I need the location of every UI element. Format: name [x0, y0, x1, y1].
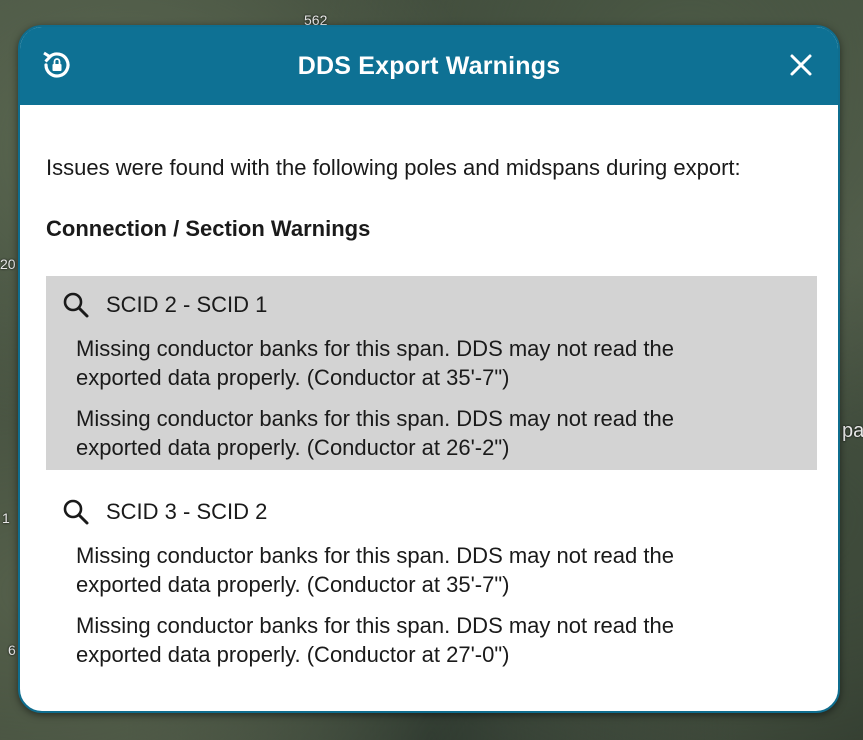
map-label: 20	[0, 256, 16, 272]
intro-text: Issues were found with the following pol…	[46, 155, 741, 180]
search-icon[interactable]	[61, 497, 91, 527]
history-lock-button[interactable]	[38, 46, 76, 84]
warning-item: Missing conductor banks for this span. D…	[76, 406, 674, 460]
section-heading: Connection / Section Warnings	[46, 216, 371, 241]
warning-group-header[interactable]: SCID 3 - SCID 2	[46, 495, 817, 529]
history-lock-icon	[43, 51, 70, 78]
close-button[interactable]	[782, 46, 820, 84]
close-icon	[790, 54, 812, 76]
warning-item: Missing conductor banks for this span. D…	[76, 543, 674, 597]
map-label: 6	[8, 642, 16, 658]
warning-group: SCID 3 - SCID 2 Missing conductor banks …	[46, 483, 817, 677]
map-label: pa	[842, 420, 863, 442]
dialog-body: Issues were found with the following pol…	[44, 105, 817, 711]
warning-item: Missing conductor banks for this span. D…	[76, 336, 674, 390]
warning-group: SCID 2 - SCID 1 Missing conductor banks …	[46, 276, 817, 470]
dialog-title: DDS Export Warnings	[297, 51, 561, 80]
group-title: SCID 2 - SCID 1	[106, 292, 268, 317]
warning-item: Missing conductor banks for this span. D…	[76, 613, 674, 667]
search-icon[interactable]	[61, 290, 91, 320]
dds-export-warnings-dialog: DDS Export Warnings Issues were found wi…	[18, 25, 840, 713]
map-label: 1	[2, 510, 10, 526]
dialog-header: DDS Export Warnings	[20, 27, 838, 105]
warning-group-header[interactable]: SCID 2 - SCID 1	[46, 288, 817, 322]
group-title: SCID 3 - SCID 2	[106, 499, 268, 524]
